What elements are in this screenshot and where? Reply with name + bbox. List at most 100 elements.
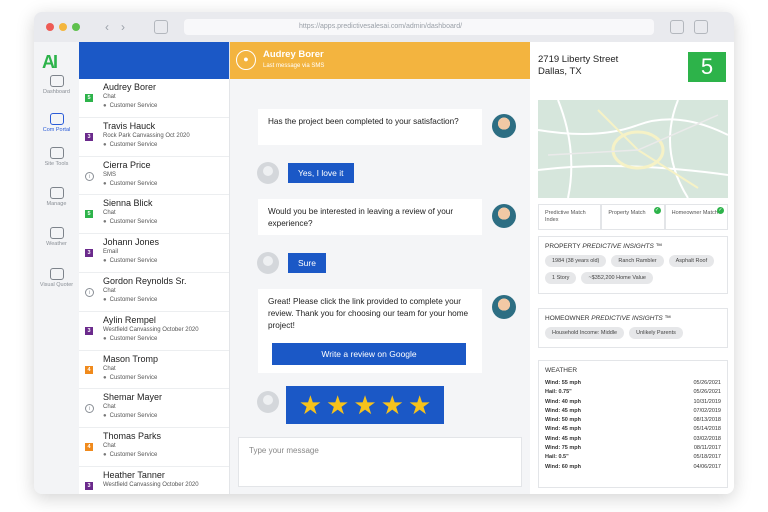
score-badge: 5 (688, 52, 726, 82)
brand-logo[interactable]: AI (42, 52, 58, 73)
contact-item[interactable]: 3 Johann JonesEmail Customer Service (79, 234, 229, 273)
contact-name: Aylin Rempel (103, 314, 156, 325)
video-icon (49, 268, 64, 280)
close-window-button[interactable] (46, 23, 54, 31)
weather-event: Wind: 50 mph (545, 417, 582, 424)
weather-date: 04/06/2017 (693, 463, 721, 470)
weather-event: Wind: 40 mph (545, 398, 582, 405)
contact-item[interactable]: i Cierra PriceSMS Customer Service (79, 157, 229, 196)
property-insights-title: PROPERTY PREDICTIVE INSIGHTS ™ (545, 243, 663, 250)
homeowner-insights-card: HOMEOWNER PREDICTIVE INSIGHTS ™ Househol… (538, 308, 728, 348)
back-icon[interactable]: ‹ (100, 20, 114, 34)
weather-date: 03/02/2018 (693, 435, 721, 442)
maximize-window-button[interactable] (72, 23, 80, 31)
match-indicators: Predictive Match Index Property Match ✓ Hom… (538, 204, 728, 230)
sidebar-toggle-icon[interactable] (154, 20, 168, 34)
star-icon: ★ (298, 390, 323, 420)
match-label: Predictive Match Index (545, 210, 586, 223)
contact-channel: SMS (103, 171, 117, 178)
weather-date: 10/31/2019 (693, 398, 721, 405)
star-icon: ★ (353, 390, 377, 420)
browser-titlebar: ‹ › https://apps.predictivesalesai.com/a… (34, 12, 734, 42)
share-icon[interactable] (670, 20, 684, 34)
contact-category: Customer Service (103, 103, 158, 109)
agent-message: Has the project been completed to your s… (258, 109, 482, 145)
insight-tag: 1984 (38 years old) (545, 255, 607, 267)
contact-category: Customer Service (103, 452, 158, 458)
contact-item[interactable]: 4 Thomas ParksChat Customer Service (79, 428, 229, 467)
contact-item[interactable]: 3 Aylin Rempel Westfield Canvassing Octobe… (79, 312, 229, 351)
contact-category: Customer Service (103, 375, 158, 381)
match-predictive-match-index[interactable]: Predictive Match Index (538, 204, 602, 230)
contact-item[interactable]: 3 Heather Tanner Westfield Canvassing Octo… (79, 467, 229, 494)
insight-tag: Unlikely Parents (629, 327, 683, 339)
property-panel: 2719 Liberty Street Dallas, TX 5 Predict… (530, 42, 734, 494)
tabs-icon[interactable] (694, 20, 708, 34)
contact-item[interactable]: 4 Mason TrompChat Customer Service (79, 351, 229, 390)
contact-name: Thomas Parks (103, 431, 162, 442)
info-icon: i (85, 171, 94, 181)
match-homeowner-match[interactable]: Homeowner Match ✓ (664, 204, 728, 230)
weather-row: Wind: 40 mph 10/31/2019 (545, 398, 721, 407)
nav-item-site-tools[interactable]: Site Tools (34, 147, 79, 167)
score-badge: 4 (85, 365, 93, 374)
message-input[interactable]: Type your message (238, 437, 522, 487)
agent-avatar (492, 204, 516, 228)
gauge-icon (49, 75, 64, 87)
browser-window: ‹ › https://apps.predictivesalesai.com/a… (34, 12, 734, 494)
contact-channel: Westfield Canvassing October 2020 (103, 326, 199, 333)
contact-item[interactable]: 5 Audrey Borer Chat Customer Service (79, 79, 229, 118)
insight-tag: Household Income: Middle (545, 327, 625, 339)
property-insights-card: PROPERTY PREDICTIVE INSIGHTS ™ 1984 (38 … (538, 236, 728, 294)
nav-item-com-portal[interactable]: Com Portal (34, 113, 79, 133)
homeowner-insights-title: HOMEOWNER PREDICTIVE INSIGHTS ™ (545, 315, 672, 322)
property-map[interactable] (538, 100, 728, 198)
contact-name: Travis Hauck (103, 120, 156, 131)
contact-item[interactable]: i Gordon Reynolds Sr.Chat Customer Service (79, 273, 229, 312)
match-label: Homeowner Match (671, 210, 718, 216)
score-badge: 4 (85, 443, 93, 452)
nav-item-dashboard[interactable]: Dashboard (34, 75, 79, 95)
weather-date: 07/02/2019 (693, 407, 721, 414)
weather-event: Wind: 55 mph (545, 380, 582, 386)
weather-event: Wind: 45 mph (545, 426, 582, 433)
customer-avatar (257, 162, 279, 184)
weather-row: Wind: 60 mph 04/06/2017 (545, 463, 721, 472)
nav-item-manage[interactable]: Manage (34, 187, 79, 207)
address-bar[interactable]: https://apps.predictivesalesai.com/admin… (184, 19, 654, 35)
nav-item-weather[interactable]: Weather (34, 227, 79, 247)
contact-category: Customer Service (103, 258, 158, 264)
contact-channel: Email (103, 249, 119, 256)
contact-list-header (79, 42, 229, 79)
minimize-window-button[interactable] (59, 23, 67, 31)
address-line-2: Dallas, TX (538, 66, 582, 77)
contact-item[interactable]: 3 Travis Hauck Rock Park Canvassing Oct 20… (79, 118, 229, 157)
check-icon: ✓ (716, 207, 724, 214)
weather-event: Wind: 60 mph (545, 463, 582, 470)
contact-channel: Westfield Canvassing October 2020 (103, 481, 199, 488)
score-badge: 3 (85, 132, 93, 141)
property-address: 2719 Liberty Street Dallas, TX (538, 54, 618, 78)
contact-item[interactable]: 5 Sienna BlickChat Customer Service (79, 195, 229, 235)
customer-avatar (257, 391, 279, 413)
checklist-icon (49, 147, 64, 159)
contact-name: Audrey Borer (103, 82, 157, 92)
info-icon: i (85, 287, 94, 297)
weather-date: 05/26/2021 (693, 389, 721, 396)
weather-row: Wind: 45 mph 07/02/2019 (545, 407, 721, 416)
forward-icon[interactable]: › (116, 20, 130, 34)
contact-item[interactable]: i Shemar MayerChat Customer Service (79, 389, 229, 429)
weather-card: WEATHER Wind: 55 mph 05/26/2021 Hail: 0.75… (538, 360, 728, 488)
weather-event: Wind: 45 mph (545, 407, 582, 414)
star-icon: ★ (407, 390, 432, 420)
score-badge: 3 (85, 249, 93, 258)
write-review-button[interactable]: Write a review on Google (272, 343, 466, 365)
nav-item-visual-quoter[interactable]: Visual Quoter (34, 268, 79, 288)
agent-avatar (492, 114, 516, 138)
nav-item-label: Dashboard (43, 89, 70, 95)
chat-header: ● Audrey Borer Last message via SMS (230, 42, 530, 79)
weather-title: WEATHER (545, 367, 578, 374)
star-icon: ★ (380, 390, 404, 420)
contact-category: Customer Service (103, 297, 158, 303)
match-property-match[interactable]: Property Match ✓ (601, 204, 665, 230)
